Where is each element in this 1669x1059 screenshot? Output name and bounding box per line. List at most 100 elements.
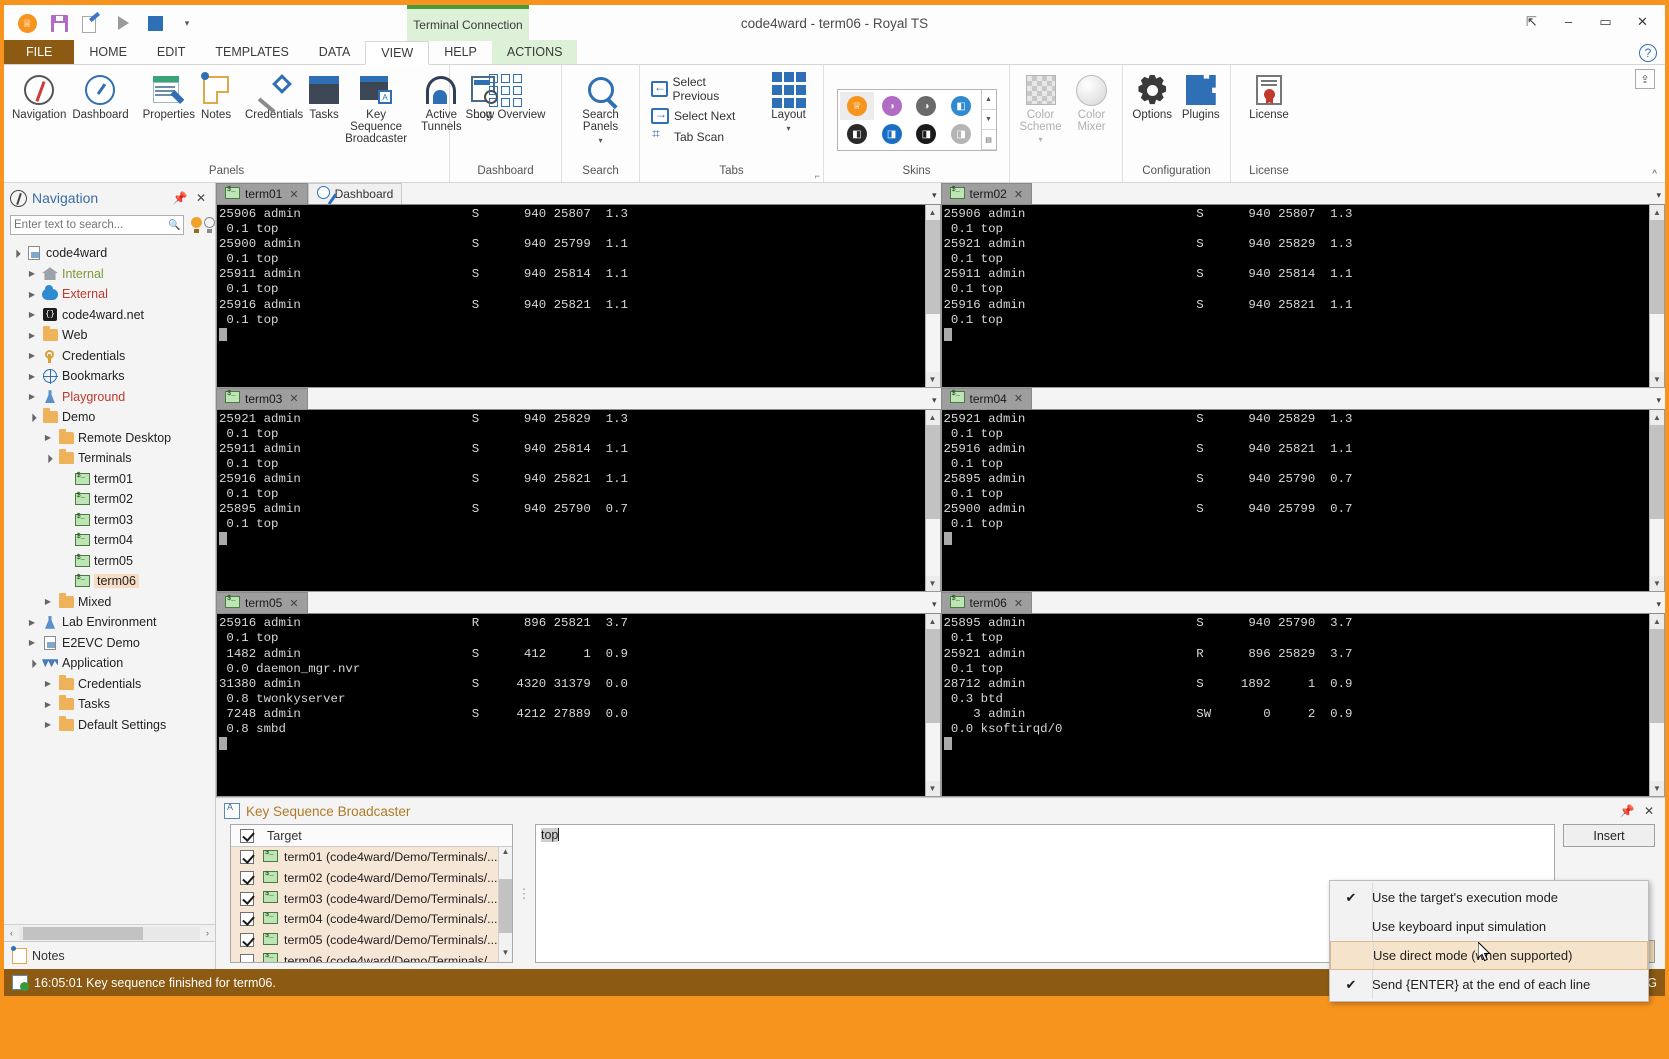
help-icon[interactable]: ? (1639, 44, 1657, 62)
tab-menu-icon[interactable]: ▾ (932, 395, 937, 406)
tab-menu-icon[interactable]: ▾ (932, 599, 937, 610)
scroll-thumb[interactable] (1650, 220, 1664, 314)
upload-icon[interactable]: ⇪ (1635, 69, 1655, 89)
tab-close-icon[interactable]: ✕ (289, 597, 298, 610)
scroll-down-icon[interactable]: ▼ (1650, 576, 1664, 591)
customize-qat-icon[interactable]: ▾ (172, 9, 202, 37)
scroll-down-icon[interactable]: ▼ (1650, 372, 1664, 387)
tree-item-e2evc-demo[interactable]: ▶E2EVC Demo (4, 633, 215, 654)
plugins-button[interactable]: Plugins (1178, 69, 1225, 125)
tree-item-external[interactable]: ▶External (4, 284, 215, 305)
notes-button[interactable]: Notes (199, 69, 233, 125)
tabs-dialog-launcher-icon[interactable]: ⌐ (815, 171, 820, 181)
expander-closed-icon[interactable]: ▶ (26, 290, 38, 299)
select-next-button[interactable]: Select Next (646, 106, 752, 126)
splitter-handle[interactable]: ⋮ (513, 824, 535, 963)
target-checkbox[interactable] (240, 892, 254, 906)
maximize-button[interactable]: ▭ (1587, 6, 1624, 37)
lightbulb-on-icon[interactable] (190, 217, 196, 233)
scroll-up-icon[interactable]: ▲ (1650, 410, 1664, 425)
tab-file[interactable]: FILE (4, 40, 74, 64)
expander-closed-icon[interactable]: ▶ (26, 310, 38, 319)
terminal-output-term06[interactable]: 25895 admin S 940 25790 3.7 0.1 top 2592… (941, 613, 1666, 797)
tab-close-icon[interactable]: ✕ (289, 392, 298, 405)
edit-icon[interactable] (76, 9, 106, 37)
tab-term06[interactable]: term06✕ (941, 592, 1033, 613)
scroll-up-icon[interactable]: ▲ (1650, 205, 1664, 220)
scroll-up-icon[interactable]: ▲ (926, 410, 940, 425)
chevron-down-icon[interactable]: ▾ (787, 124, 791, 133)
target-list[interactable]: ▲ ▼ term01 (code4ward/Demo/Terminals/...… (231, 847, 512, 962)
tree-item-terminals[interactable]: ◢Terminals (4, 448, 215, 469)
scroll-down-icon[interactable]: ▼ (926, 781, 940, 796)
skins-scroll-down-icon[interactable]: ▼ (982, 110, 996, 130)
tab-close-icon[interactable]: ✕ (1014, 597, 1023, 610)
tree-item-credentials[interactable]: ▶Credentials (4, 346, 215, 367)
scroll-track[interactable] (926, 629, 940, 781)
scroll-up-icon[interactable]: ▲ (926, 614, 940, 629)
target-row[interactable]: term01 (code4ward/Demo/Terminals/... (231, 847, 512, 868)
tree-item-playground[interactable]: ▶Playground (4, 387, 215, 408)
tree-item-term02[interactable]: term02 (4, 489, 215, 510)
terminal-scrollbar[interactable]: ▲▼ (1649, 614, 1664, 796)
tree-item-term05[interactable]: term05 (4, 551, 215, 572)
terminal-scrollbar[interactable]: ▲▼ (1649, 410, 1664, 592)
tab-view[interactable]: VIEW (365, 41, 429, 65)
tree-item-term06[interactable]: term06 (4, 571, 215, 592)
scroll-thumb[interactable] (926, 629, 940, 723)
key-sequence-broadcaster-button[interactable]: A Key Sequence Broadcaster (343, 69, 409, 149)
search-input[interactable] (14, 219, 168, 231)
execute-mode-menu[interactable]: ✔Use the target's execution modeUse keyb… (1329, 880, 1649, 1002)
tab-menu-icon[interactable]: ▾ (1656, 395, 1661, 406)
lightbulb-off-icon[interactable] (203, 217, 209, 233)
tree-item-code4ward-net[interactable]: ▶{}code4ward.net (4, 305, 215, 326)
target-checkbox[interactable] (240, 871, 254, 885)
menu-item-use-the-target-s-execution-mode[interactable]: ✔Use the target's execution mode (1330, 883, 1648, 912)
license-button[interactable]: License (1238, 69, 1300, 125)
stop-icon[interactable] (140, 9, 170, 37)
target-row[interactable]: term03 (code4ward/Demo/Terminals/... (231, 888, 512, 909)
layout-button[interactable]: Layout ▾ (760, 69, 817, 137)
expander-closed-icon[interactable]: ▶ (26, 269, 38, 278)
tree-item-tasks[interactable]: ▶Tasks (4, 694, 215, 715)
terminal-output-term03[interactable]: 25921 admin S 940 25829 1.3 0.1 top 2591… (216, 409, 941, 593)
tab-home[interactable]: HOME (74, 40, 142, 64)
tree-item-default-settings[interactable]: ▶Default Settings (4, 715, 215, 736)
scroll-thumb[interactable] (499, 879, 512, 933)
terminal-output-term02[interactable]: 25906 admin S 940 25807 1.3 0.1 top 2592… (941, 204, 1666, 388)
tree-item-mixed[interactable]: ▶Mixed (4, 592, 215, 613)
minimize-button[interactable]: – (1550, 6, 1587, 37)
expander-open-icon[interactable]: ◢ (41, 451, 56, 466)
office-2016-blue-skin[interactable]: ◧ (944, 92, 979, 120)
hscroll-thumb[interactable] (23, 927, 143, 940)
expander-closed-icon[interactable]: ▶ (42, 679, 54, 688)
terminal-output-term04[interactable]: 25921 admin S 940 25829 1.3 0.1 top 2591… (941, 409, 1666, 593)
notes-panel-tab[interactable]: Notes (4, 941, 215, 969)
tab-menu-icon[interactable]: ▾ (1656, 599, 1661, 610)
office-2013-blue-skin[interactable]: ◨ (874, 120, 909, 148)
terminal-scrollbar[interactable]: ▲▼ (925, 410, 940, 592)
scroll-track[interactable] (1650, 629, 1664, 781)
close-button[interactable]: ✕ (1624, 6, 1661, 37)
scroll-thumb[interactable] (1650, 629, 1664, 723)
tree-item-bookmarks[interactable]: ▶Bookmarks (4, 366, 215, 387)
search-input-wrapper[interactable]: 🔍 (10, 215, 184, 235)
tree-item-code4ward[interactable]: ◢code4ward (4, 243, 215, 264)
scroll-track[interactable] (926, 220, 940, 372)
office-2016-dark-skin[interactable]: ◧ (840, 120, 875, 148)
restore-up-icon[interactable]: ⇱ (1513, 6, 1550, 37)
expander-open-icon[interactable]: ◢ (25, 656, 40, 671)
tree-item-remote-desktop[interactable]: ▶Remote Desktop (4, 428, 215, 449)
expander-closed-icon[interactable]: ▶ (26, 638, 38, 647)
properties-button[interactable]: Properties (141, 69, 197, 125)
tab-close-icon[interactable]: ✕ (1014, 392, 1023, 405)
options-button[interactable]: Options (1129, 69, 1176, 125)
pin-icon[interactable]: 📌 (172, 190, 188, 206)
expander-open-icon[interactable]: ◢ (9, 246, 24, 261)
tab-dashboard[interactable]: Dashboard (308, 183, 403, 204)
tab-edit[interactable]: EDIT (142, 40, 200, 64)
target-list-scrollbar[interactable]: ▲ ▼ (498, 847, 512, 962)
navigation-button[interactable]: Navigation (10, 69, 68, 125)
ribbon-collapse-icon[interactable]: ^ (1652, 169, 1657, 180)
target-checkbox[interactable] (240, 912, 254, 926)
